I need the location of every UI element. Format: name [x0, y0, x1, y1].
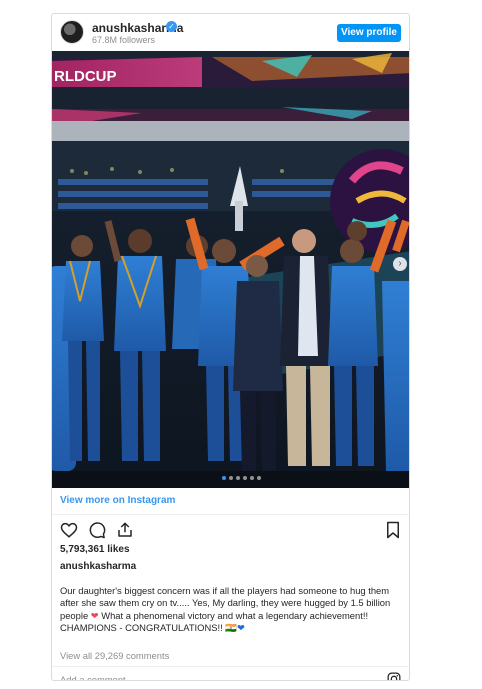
- banner-text: RLDCUP: [54, 68, 117, 85]
- caption-text-part-2: What a phenomenal victory and what a leg…: [60, 609, 369, 634]
- carousel-dot[interactable]: [250, 476, 254, 480]
- carousel-dot[interactable]: [222, 476, 226, 480]
- caption-username[interactable]: anushkasharma: [60, 561, 136, 572]
- carousel-dot[interactable]: [236, 476, 240, 480]
- instagram-embed: anushkasharma ✓ 67.8M followers View pro…: [51, 13, 410, 681]
- comment-bubble-icon[interactable]: [88, 521, 106, 539]
- view-more-link[interactable]: View more on Instagram: [60, 495, 175, 506]
- blue-heart-icon: ❤: [236, 622, 245, 634]
- next-image-arrow-icon[interactable]: ›: [393, 257, 407, 271]
- post-header: anushkasharma ✓ 67.8M followers View pro…: [52, 14, 409, 51]
- divider: [52, 514, 409, 515]
- divider: [52, 666, 409, 667]
- avatar[interactable]: [60, 20, 84, 44]
- caption: Our daughter's biggest concern was if al…: [60, 585, 400, 635]
- like-heart-icon[interactable]: [60, 521, 78, 539]
- follower-count: 67.8M followers: [92, 35, 156, 45]
- carousel-dot[interactable]: [229, 476, 233, 480]
- post-photo[interactable]: RLDCUP ›: [52, 51, 409, 488]
- bookmark-icon[interactable]: [385, 521, 401, 539]
- india-flag: 🇮🇳: [225, 622, 237, 634]
- carousel-dots: [222, 476, 261, 480]
- carousel-dot[interactable]: [257, 476, 261, 480]
- celebration-photo: RLDCUP: [52, 51, 409, 488]
- like-count: 5,793,361 likes: [60, 544, 130, 555]
- add-comment-input[interactable]: [60, 672, 360, 680]
- instagram-logo-icon[interactable]: [387, 672, 401, 681]
- verified-badge-icon: ✓: [166, 21, 177, 32]
- red-heart-icon: ❤: [90, 609, 99, 621]
- action-bar: [60, 521, 134, 541]
- share-icon[interactable]: [116, 521, 134, 539]
- view-all-comments-link[interactable]: View all 29,269 comments: [60, 650, 169, 661]
- carousel-dot[interactable]: [243, 476, 247, 480]
- view-profile-button[interactable]: View profile: [337, 24, 401, 42]
